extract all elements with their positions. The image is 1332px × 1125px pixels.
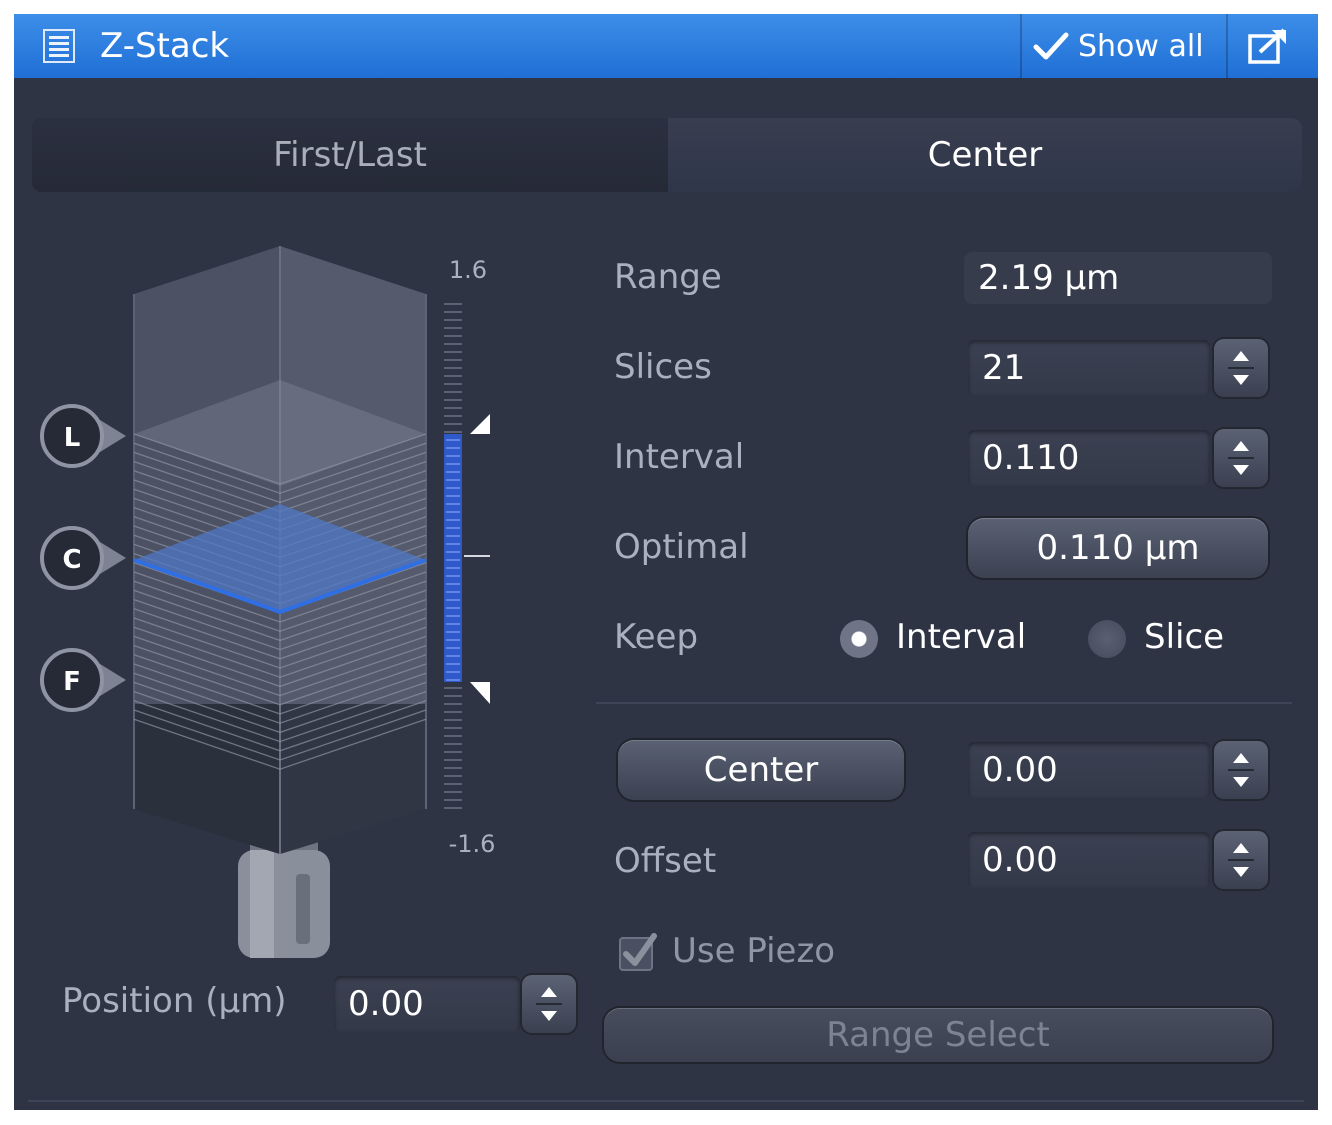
tab-center[interactable]: Center <box>668 118 1302 192</box>
interval-input[interactable]: 0.110 <box>968 430 1210 486</box>
slices-spinner[interactable] <box>1214 339 1268 397</box>
last-handle-icon <box>470 414 490 434</box>
optimal-label: Optimal <box>614 527 749 567</box>
panel-bottom-divider <box>28 1100 1304 1102</box>
position-label: Position (µm) <box>62 981 287 1021</box>
spinner-arrows-icon <box>1228 441 1254 475</box>
position-spinner[interactable] <box>522 975 576 1033</box>
use-piezo-checkbox[interactable] <box>618 932 658 972</box>
marker-first[interactable]: F <box>40 648 126 712</box>
z-stack-visualization: 1.6 -1.6 L C F <box>40 246 496 958</box>
show-all-toggle[interactable]: Show all <box>1032 24 1204 68</box>
title-separator-2 <box>1226 14 1228 78</box>
range-value: 2.19 µm <box>964 252 1272 304</box>
svg-text:F: F <box>63 667 81 697</box>
spinner-arrows-icon <box>1228 351 1254 385</box>
center-spinner[interactable] <box>1214 741 1268 799</box>
offset-label: Offset <box>614 841 717 881</box>
offset-spinner[interactable] <box>1214 831 1268 889</box>
title-separator <box>1020 14 1022 78</box>
spinner-arrows-icon <box>1228 753 1254 787</box>
marker-center[interactable]: C <box>40 526 126 590</box>
scale-bottom-label: -1.6 <box>449 830 496 858</box>
checkmark-icon <box>1033 32 1069 60</box>
keep-interval-label[interactable]: Interval <box>896 614 1026 660</box>
spinner-arrows-icon <box>536 987 562 1021</box>
section-divider <box>596 702 1292 704</box>
spinner-arrows-icon <box>1228 843 1254 877</box>
keep-slice-radio[interactable] <box>1088 620 1126 658</box>
center-button[interactable]: Center <box>618 740 904 800</box>
z-stack-panel: Z-Stack Show all First/Last Center 1.6 -… <box>14 14 1318 1110</box>
svg-text:C: C <box>62 545 81 575</box>
center-input[interactable]: 0.00 <box>968 742 1210 798</box>
slices-input[interactable]: 21 <box>968 340 1210 396</box>
offset-input[interactable]: 0.00 <box>968 832 1210 888</box>
svg-text:L: L <box>64 423 81 453</box>
interval-label: Interval <box>614 437 745 477</box>
position-input[interactable]: 0.00 <box>334 976 520 1032</box>
optimal-button[interactable]: 0.110 µm <box>968 518 1268 578</box>
marker-last[interactable]: L <box>40 404 126 468</box>
keep-interval-radio[interactable] <box>840 620 878 658</box>
interval-spinner[interactable] <box>1214 429 1268 487</box>
range-label: Range <box>614 257 722 297</box>
use-piezo-label: Use Piezo <box>672 931 836 971</box>
keep-label: Keep <box>614 617 699 657</box>
keep-slice-label[interactable]: Slice <box>1144 614 1224 660</box>
slices-label: Slices <box>614 347 712 387</box>
undock-icon[interactable] <box>1246 26 1290 66</box>
show-all-label: Show all <box>1078 28 1204 64</box>
range-select-button[interactable]: Range Select <box>604 1008 1272 1062</box>
first-handle-icon <box>470 682 490 704</box>
scale-top-label: 1.6 <box>449 256 487 284</box>
